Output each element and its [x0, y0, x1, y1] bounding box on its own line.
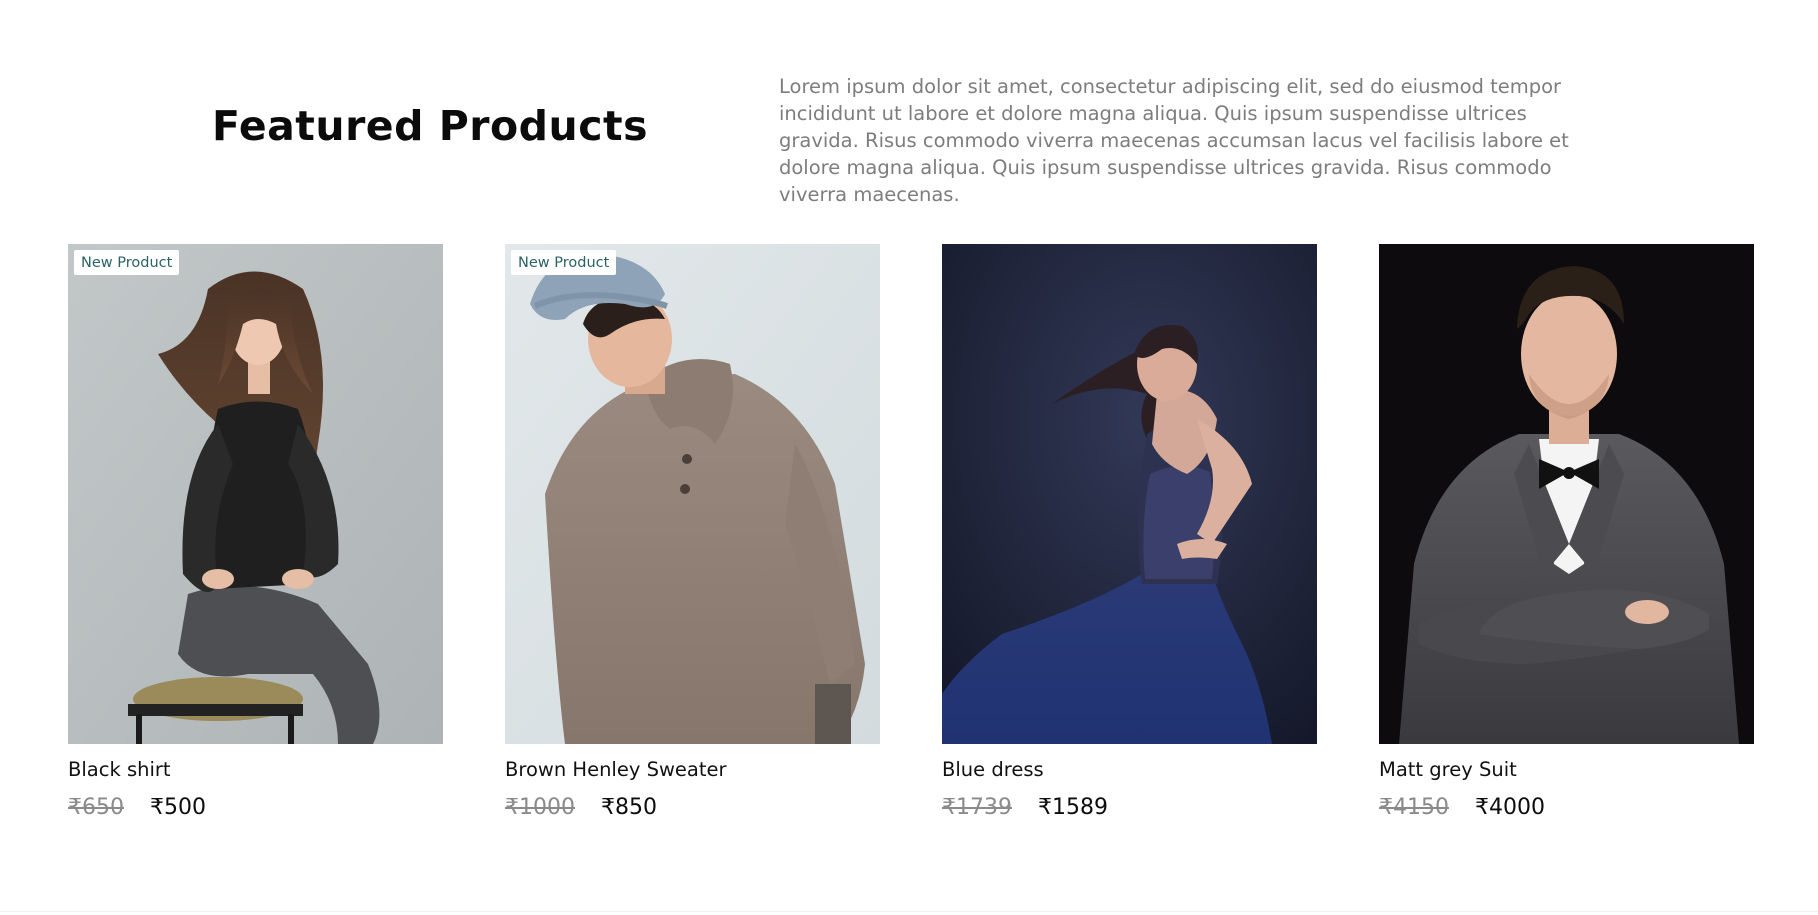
product-name[interactable]: Black shirt	[68, 758, 443, 781]
new-product-badge: New Product	[511, 250, 617, 275]
product-name[interactable]: Brown Henley Sweater	[505, 758, 880, 781]
product-card-brown-henley-sweater[interactable]: New Product Brown Henley Sweater ₹1000 ₹…	[505, 244, 880, 820]
product-card-black-shirt[interactable]: New Product Black shirt ₹650 ₹500	[68, 244, 443, 820]
product-name[interactable]: Blue dress	[942, 758, 1317, 781]
section-divider	[0, 911, 1818, 912]
product-image-link[interactable]: New Product	[68, 244, 443, 744]
woman-black-shirt-photo	[68, 244, 443, 744]
product-grid: New Product Black shirt ₹650 ₹500 New Pr…	[68, 244, 1756, 820]
sale-price: ₹4000	[1475, 795, 1545, 820]
price-row: ₹1739 ₹1589	[942, 795, 1317, 820]
original-price: ₹1739	[942, 795, 1012, 820]
product-card-blue-dress[interactable]: Blue dress ₹1739 ₹1589	[942, 244, 1317, 820]
new-product-badge: New Product	[74, 250, 180, 275]
price-row: ₹4150 ₹4000	[1379, 795, 1754, 820]
man-sweater-beanie-photo	[505, 244, 880, 744]
section-description: Lorem ipsum dolor sit amet, consectetur …	[779, 75, 1569, 206]
section-title: Featured Products	[211, 102, 649, 150]
product-image-link[interactable]: New Product	[505, 244, 880, 744]
product-card-matt-grey-suit[interactable]: Matt grey Suit ₹4150 ₹4000	[1379, 244, 1754, 820]
man-grey-suit-photo	[1379, 244, 1754, 744]
woman-blue-dress-photo	[942, 244, 1317, 744]
product-image-link[interactable]	[1379, 244, 1754, 744]
price-row: ₹1000 ₹850	[505, 795, 880, 820]
product-image-link[interactable]	[942, 244, 1317, 744]
sale-price: ₹850	[601, 795, 657, 820]
original-price: ₹1000	[505, 795, 575, 820]
sale-price: ₹500	[150, 795, 206, 820]
sale-price: ₹1589	[1038, 795, 1108, 820]
original-price: ₹650	[68, 795, 124, 820]
price-row: ₹650 ₹500	[68, 795, 443, 820]
original-price: ₹4150	[1379, 795, 1449, 820]
product-name[interactable]: Matt grey Suit	[1379, 758, 1754, 781]
